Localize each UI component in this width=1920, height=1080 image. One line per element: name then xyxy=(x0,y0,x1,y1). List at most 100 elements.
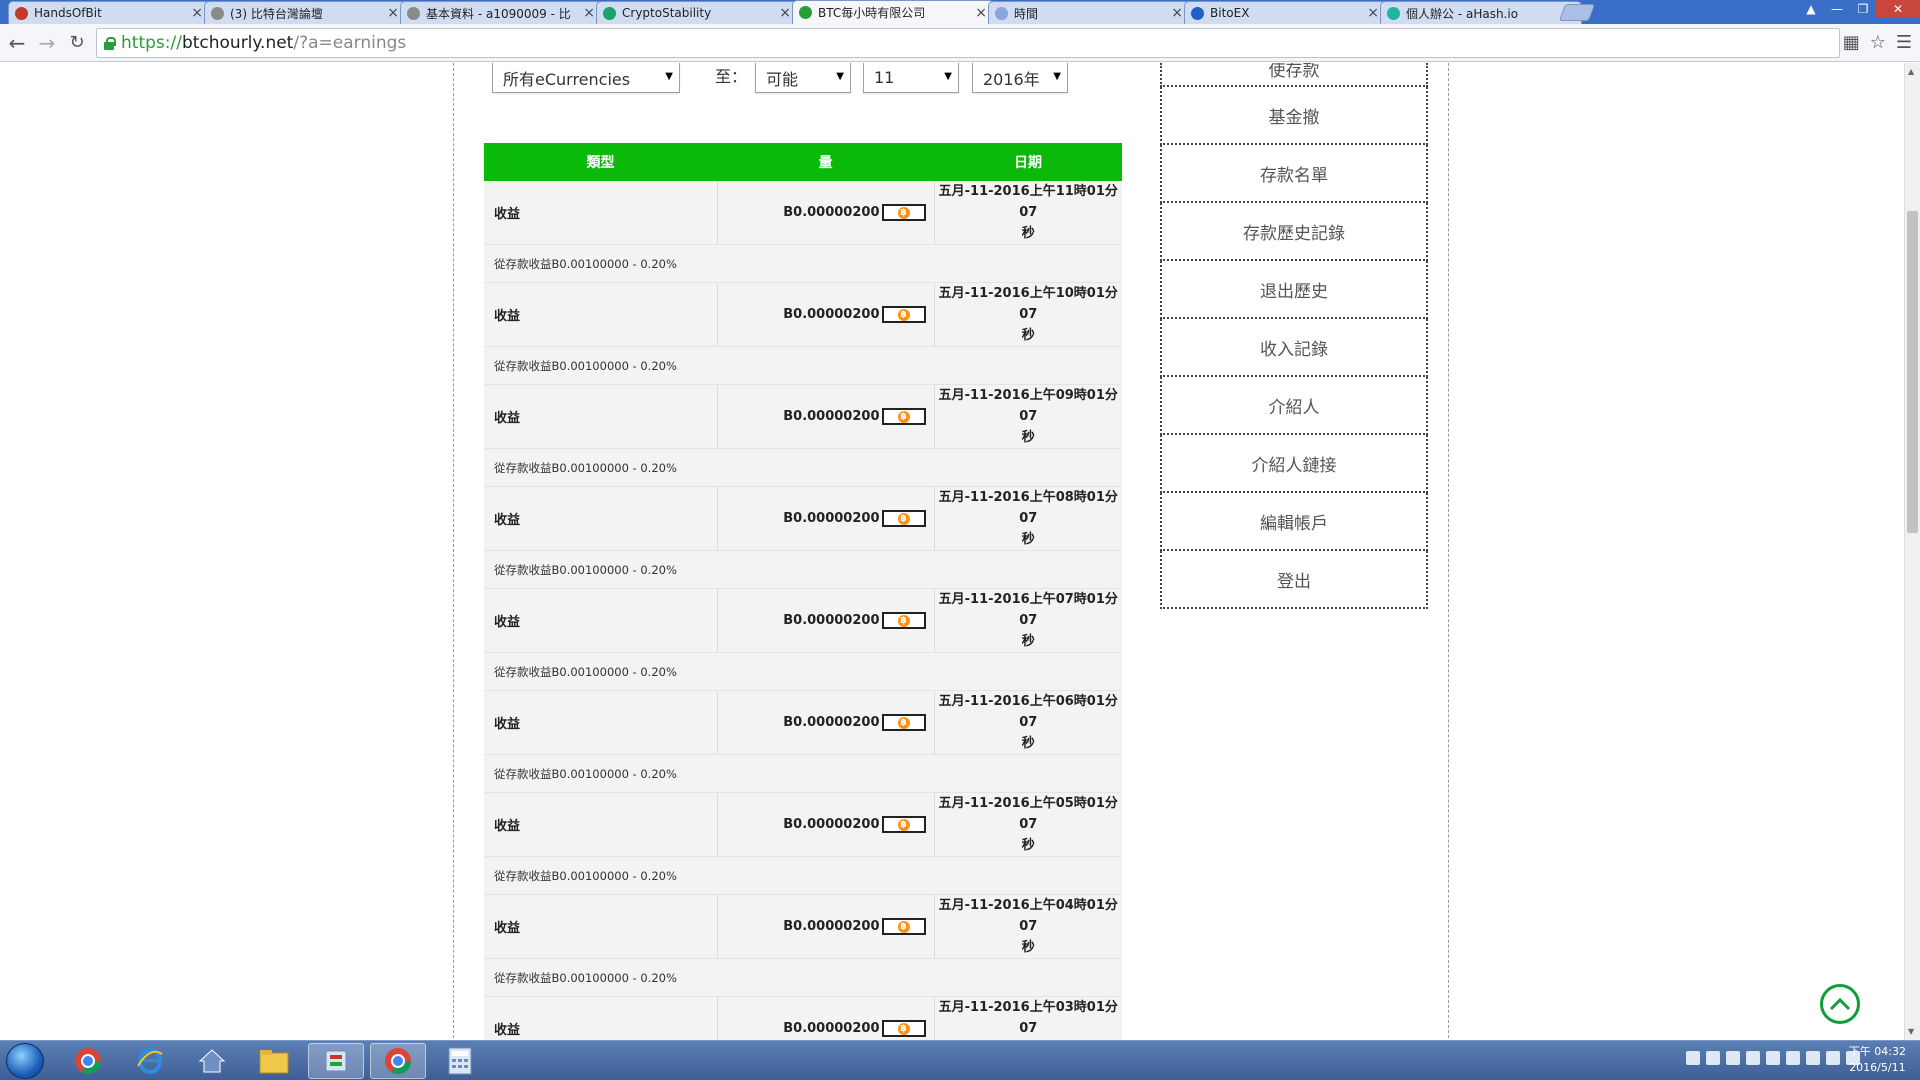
month-select[interactable]: 可能 ▼ xyxy=(755,63,851,93)
sidebar-item[interactable]: 基金撤 xyxy=(1160,87,1428,145)
close-tab-icon[interactable]: × xyxy=(1367,5,1379,21)
browser-tab[interactable]: (3) 比特台灣論壇 × xyxy=(204,1,406,24)
bitcoin-icon: ฿ xyxy=(897,1022,910,1035)
cell-type: 收益 xyxy=(484,792,718,857)
scroll-up-arrow-icon[interactable]: ▲ xyxy=(1908,67,1914,76)
menu-icon[interactable]: ☰ xyxy=(1896,32,1912,53)
tab-title: CryptoStability xyxy=(622,6,712,20)
browser-tab[interactable]: BitoEX × xyxy=(1184,1,1386,24)
table-row: 收益 B0.00000200 ฿ 五月-11-2016上午07時01分07 秒 xyxy=(484,588,1122,653)
header-date: 日期 xyxy=(934,143,1122,181)
forward-button[interactable]: → xyxy=(32,28,62,58)
cell-type: 收益 xyxy=(484,996,718,1040)
restore-button[interactable]: ❐ xyxy=(1850,0,1876,18)
bitcoin-icon: ฿ xyxy=(897,818,910,831)
scrollbar-thumb[interactable] xyxy=(1907,211,1918,533)
browser-tab[interactable]: 個人辦公 - aHash.io× xyxy=(1380,1,1582,24)
close-tab-icon[interactable]: × xyxy=(191,5,203,21)
help-icon[interactable] xyxy=(1766,1051,1780,1065)
sidebar-item[interactable]: 收入記錄 xyxy=(1160,319,1428,377)
cell-type: 收益 xyxy=(484,894,718,959)
browser-tab[interactable]: BTC毎小時有限公司 × xyxy=(792,0,994,24)
vertical-scrollbar[interactable]: ▲ ▼ xyxy=(1904,63,1920,1040)
windows-flag-icon[interactable] xyxy=(1786,1051,1800,1065)
date-line: 五月-11-2016上午06時01分07 xyxy=(938,694,1118,730)
close-tab-icon[interactable]: × xyxy=(975,5,987,21)
chrome-taskbar-icon[interactable] xyxy=(60,1043,116,1079)
amount-value: B0.00000200 xyxy=(783,205,880,220)
calculator-icon[interactable] xyxy=(432,1043,488,1079)
chrome-window-taskbar-button[interactable] xyxy=(370,1043,426,1079)
row-note: 從存款收益B0.00100000 - 0.20% xyxy=(484,652,1122,691)
currency-select-value: 所有eCurrencies xyxy=(503,69,631,89)
cell-type: 收益 xyxy=(484,486,718,551)
bitcoin-icon: ฿ xyxy=(897,614,910,627)
browser-toolbar: ← → ↻ https://btchourly.net/?a=earnings … xyxy=(0,24,1920,62)
sidebar-item[interactable]: 存款歷史記錄 xyxy=(1160,203,1428,261)
year-select[interactable]: 2016年 ▼ xyxy=(972,63,1068,93)
btc-badge: ฿ xyxy=(881,918,926,935)
btc-badge: ฿ xyxy=(881,408,926,425)
tray-app-icon[interactable] xyxy=(1686,1051,1700,1065)
amount-value: B0.00000200 xyxy=(783,511,880,526)
sidebar-item[interactable]: 退出歷史 xyxy=(1160,261,1428,319)
reload-button[interactable]: ↻ xyxy=(62,28,92,58)
sidebar-item[interactable]: 存款名單 xyxy=(1160,145,1428,203)
start-button[interactable] xyxy=(6,1043,44,1079)
btc-badge: ฿ xyxy=(881,306,926,323)
address-bar[interactable]: https://btchourly.net/?a=earnings xyxy=(96,28,1840,58)
internet-explorer-icon[interactable] xyxy=(122,1043,178,1079)
control-panel-icon[interactable] xyxy=(308,1043,364,1079)
taskbar-clock[interactable]: 下午 04:32 2016/5/11 xyxy=(1849,1044,1906,1076)
row-note: 從存款收益B0.00100000 - 0.20% xyxy=(484,754,1122,793)
bitcoin-icon: ฿ xyxy=(897,512,910,525)
sidebar-item[interactable]: 介紹人鏈接 xyxy=(1160,435,1428,493)
cell-amount: B0.00000200 ฿ xyxy=(717,996,935,1040)
home-network-icon[interactable] xyxy=(184,1043,240,1079)
translate-icon[interactable]: ▦ xyxy=(1843,32,1860,53)
date-line: 五月-11-2016上午09時01分07 xyxy=(938,388,1118,424)
back-button[interactable]: ← xyxy=(2,28,32,58)
windows-taskbar: 下午 04:32 2016/5/11 xyxy=(0,1040,1920,1080)
cell-type: 收益 xyxy=(484,588,718,653)
user-icon[interactable]: ▲ xyxy=(1798,0,1824,18)
close-window-button[interactable]: ✕ xyxy=(1876,0,1920,18)
tray-app-icon[interactable] xyxy=(1746,1051,1760,1065)
bitcoin-icon: ฿ xyxy=(897,308,910,321)
sidebar-item[interactable]: 登出 xyxy=(1160,551,1428,609)
amount-value: B0.00000200 xyxy=(783,715,880,730)
browser-tabstrip: HandsOfBit × (3) 比特台灣論壇 × 基本資料 - a1090009 - … xyxy=(0,0,1920,24)
volume-icon[interactable] xyxy=(1806,1051,1820,1065)
browser-tab[interactable]: 基本資料 - a1090009 - 比 × xyxy=(400,1,602,24)
bitcoin-icon: ฿ xyxy=(897,716,910,729)
bookmark-star-icon[interactable]: ☆ xyxy=(1870,32,1886,53)
sidebar-item[interactable]: 介紹人 xyxy=(1160,377,1428,435)
close-tab-icon[interactable]: × xyxy=(1171,5,1183,21)
row-note: 從存款收益B0.00100000 - 0.20% xyxy=(484,856,1122,895)
table-note-row: 從存款收益B0.00100000 - 0.20% xyxy=(484,652,1122,691)
close-tab-icon[interactable]: × xyxy=(387,5,399,21)
table-note-row: 從存款收益B0.00100000 - 0.20% xyxy=(484,856,1122,895)
scroll-down-arrow-icon[interactable]: ▼ xyxy=(1908,1027,1914,1036)
cell-date: 五月-11-2016上午10時01分07 秒 xyxy=(934,282,1122,347)
browser-tab[interactable]: HandsOfBit × xyxy=(8,1,210,24)
table-row: 收益 B0.00000200 ฿ 五月-11-2016上午04時01分07 秒 xyxy=(484,894,1122,959)
sidebar-item[interactable]: 使存款 xyxy=(1160,63,1428,87)
favicon-icon xyxy=(1191,6,1204,20)
tray-app-icon[interactable] xyxy=(1726,1051,1740,1065)
cell-type: 收益 xyxy=(484,282,718,347)
browser-tab[interactable]: CryptoStability × xyxy=(596,1,798,24)
scroll-to-top-button[interactable] xyxy=(1820,984,1860,1024)
close-tab-icon[interactable]: × xyxy=(583,5,595,21)
file-explorer-icon[interactable] xyxy=(246,1043,302,1079)
minimize-button[interactable]: — xyxy=(1824,0,1850,18)
browser-tab[interactable]: 時間 × xyxy=(988,1,1190,24)
currency-select[interactable]: 所有eCurrencies ▼ xyxy=(492,63,680,93)
day-select[interactable]: 11 ▼ xyxy=(863,63,959,93)
cell-date: 五月-11-2016上午03時01分07秒 xyxy=(934,996,1122,1040)
input-method-icon[interactable] xyxy=(1706,1051,1720,1065)
sidebar-item[interactable]: 編輯帳戶 xyxy=(1160,493,1428,551)
new-tab-button[interactable] xyxy=(1558,4,1596,21)
action-center-flag-icon[interactable] xyxy=(1826,1051,1840,1065)
close-tab-icon[interactable]: × xyxy=(779,5,791,21)
